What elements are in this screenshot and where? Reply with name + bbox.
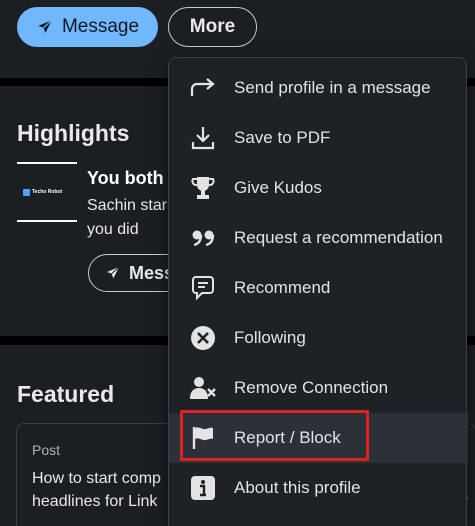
message-button[interactable]: Message bbox=[17, 7, 158, 47]
message-button-label: Message bbox=[61, 16, 140, 37]
logo-text: Techo Robot bbox=[32, 189, 63, 195]
menu-item-request-recommendation[interactable]: Request a recommendation bbox=[169, 213, 468, 263]
menu-item-report-block[interactable]: Report / Block bbox=[169, 413, 468, 463]
menu-item-label: Send profile in a message bbox=[234, 78, 431, 97]
highlight-thumbnail[interactable]: Techo Robot bbox=[17, 162, 77, 222]
highlights-title: Highlights bbox=[17, 120, 130, 146]
more-button[interactable]: More bbox=[168, 7, 257, 47]
menu-item-save-pdf[interactable]: Save to PDF bbox=[169, 113, 468, 163]
menu-item-label: Request a recommendation bbox=[234, 228, 443, 247]
paper-plane-icon bbox=[107, 266, 120, 279]
menu-item-following[interactable]: Following bbox=[169, 313, 468, 363]
paper-plane-icon bbox=[38, 19, 53, 33]
more-dropdown-menu: Send profile in a message Save to PDF Gi… bbox=[168, 57, 468, 526]
featured-title: Featured bbox=[17, 381, 115, 407]
share-arrow-icon bbox=[188, 73, 218, 103]
post-type-label: Post bbox=[32, 442, 61, 458]
menu-item-give-kudos[interactable]: Give Kudos bbox=[169, 163, 468, 213]
speech-bubble-icon bbox=[188, 273, 218, 303]
trophy-icon bbox=[188, 173, 218, 203]
more-button-label: More bbox=[189, 16, 236, 37]
highlight-text-line-2: you did bbox=[87, 221, 139, 238]
menu-item-remove-connection[interactable]: Remove Connection bbox=[169, 363, 468, 413]
post-title-line-1: How to start comp bbox=[32, 470, 161, 487]
menu-item-label: Give Kudos bbox=[234, 178, 322, 197]
menu-item-label: Recommend bbox=[234, 278, 331, 297]
menu-item-recommend[interactable]: Recommend bbox=[169, 263, 468, 313]
download-icon bbox=[188, 123, 218, 153]
menu-item-label: Report / Block bbox=[234, 428, 341, 447]
remove-person-icon bbox=[188, 373, 218, 403]
menu-item-send-profile[interactable]: Send profile in a message bbox=[169, 63, 468, 113]
menu-item-label: Save to PDF bbox=[234, 128, 331, 147]
highlight-text-line-1: Sachin star bbox=[87, 197, 168, 214]
menu-item-label: Remove Connection bbox=[234, 378, 389, 397]
close-circle-icon bbox=[188, 323, 218, 353]
highlight-headline: You both bbox=[87, 168, 164, 188]
post-title-line-2: headlines for Link bbox=[32, 493, 158, 510]
info-icon bbox=[188, 473, 218, 503]
company-logo: Techo Robot bbox=[23, 187, 71, 197]
menu-item-label: Following bbox=[234, 328, 306, 347]
logo-mark-icon bbox=[23, 188, 30, 196]
menu-item-about-profile[interactable]: About this profile bbox=[169, 463, 468, 513]
flag-icon bbox=[188, 423, 218, 453]
quote-icon bbox=[188, 223, 218, 253]
menu-item-label: About this profile bbox=[234, 478, 361, 497]
